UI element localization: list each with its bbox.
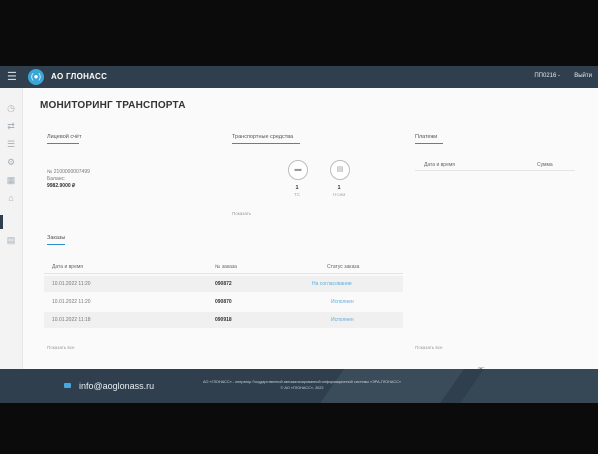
clock-icon[interactable]: ◷ [5, 102, 17, 114]
grid-icon[interactable]: ▦ [5, 174, 17, 186]
vehicle-count-label: ТС [294, 192, 300, 197]
personal-account-underline [47, 143, 79, 144]
page-title: МОНИТОРИНГ ТРАНСПОРТА [40, 100, 186, 111]
orders-underline [47, 244, 65, 245]
payments-col-amount: Сумма [537, 162, 553, 168]
order-number: 090872 [215, 281, 232, 287]
document-icon[interactable]: ▤ [5, 234, 17, 246]
sidebar: ◷ ⇄ ☰ ⚙ ▦ ⌂ ▤ [0, 88, 23, 369]
orders-heading[interactable]: Заказы [47, 235, 65, 241]
list-icon[interactable]: ☰ [5, 138, 17, 150]
footer-legal-text: АО «ГЛОНАСС» - оператор Государственной … [203, 380, 401, 384]
home-icon[interactable]: ⌂ [5, 192, 17, 204]
table-row[interactable]: 10.01.2022 11:20 090870 Исполнен [44, 294, 403, 310]
orders-col-number: № заказа [215, 264, 237, 270]
order-date: 10.01.2022 11:20 [52, 299, 91, 305]
payments-underline [415, 143, 443, 144]
order-number: 090870 [215, 299, 232, 305]
brand-name: АО ГЛОНАСС [51, 72, 108, 81]
orders-header-divider [44, 273, 403, 274]
balance-label: Баланс: [47, 176, 66, 182]
sim-count: 1 [337, 185, 341, 191]
order-status-link[interactable]: На согласовании [312, 281, 352, 287]
menu-icon[interactable]: ☰ [7, 71, 19, 83]
account-id[interactable]: ПП0216 - [534, 73, 560, 79]
payments-show-all-link[interactable]: Показать все [415, 345, 442, 350]
mail-icon [64, 383, 71, 388]
sim-count-label: Н-сим [332, 192, 346, 197]
account-number: № 2100000007499 [47, 169, 90, 175]
payments-col-date: Дата и время [424, 162, 456, 168]
vehicles-heading[interactable]: Транспортные средства [232, 134, 293, 140]
orders-show-all-link[interactable]: Показать все [47, 345, 74, 350]
vehicle-icon[interactable]: ▬ [288, 160, 308, 180]
payments-heading[interactable]: Платежи [415, 134, 437, 140]
orders-col-status: Статус заказа [327, 264, 360, 270]
order-status-link[interactable]: Исполнен [331, 299, 354, 305]
footer-email-link[interactable]: info@aoglonass.ru [79, 381, 154, 391]
settings-icon[interactable]: ⚙ [5, 156, 17, 168]
order-status-link[interactable]: Исполнен [331, 317, 354, 323]
balance-value: 9982.9000 ₽ [47, 183, 76, 189]
app-window: ☰ (●) АО ГЛОНАСС ПП0216 - Выйти ◷ ⇄ ☰ ⚙ … [0, 66, 598, 403]
transport-icon[interactable]: ⇄ [5, 120, 17, 132]
order-date: 10.01.2022 11:18 [52, 317, 91, 323]
top-bar: ☰ (●) АО ГЛОНАСС ПП0216 - Выйти [0, 66, 598, 88]
logout-link[interactable]: Выйти [574, 73, 592, 79]
footer: info@aoglonass.ru АО «ГЛОНАСС» - операто… [0, 369, 598, 403]
glonass-logo[interactable]: (●) [28, 69, 44, 85]
table-row[interactable]: 10.01.2022 11:18 090918 Исполнен [44, 312, 403, 328]
order-number: 090918 [215, 317, 232, 323]
orders-col-date: Дата и время [52, 264, 84, 270]
table-row[interactable]: 10.01.2022 11:20 090872 На согласовании [44, 276, 403, 292]
vehicles-show-link[interactable]: Показать [232, 211, 251, 216]
active-indicator [0, 215, 3, 229]
sim-icon[interactable]: ▤ [330, 160, 350, 180]
vehicles-underline [232, 143, 300, 144]
personal-account-heading[interactable]: Лицевой счёт [47, 134, 81, 140]
order-date: 10.01.2022 11:20 [52, 281, 91, 287]
footer-copyright: © АО «ГЛОНАСС», 2022 [280, 386, 324, 390]
vehicle-count: 1 [295, 185, 299, 191]
footer-decoration [441, 369, 598, 403]
payments-divider [415, 170, 575, 171]
